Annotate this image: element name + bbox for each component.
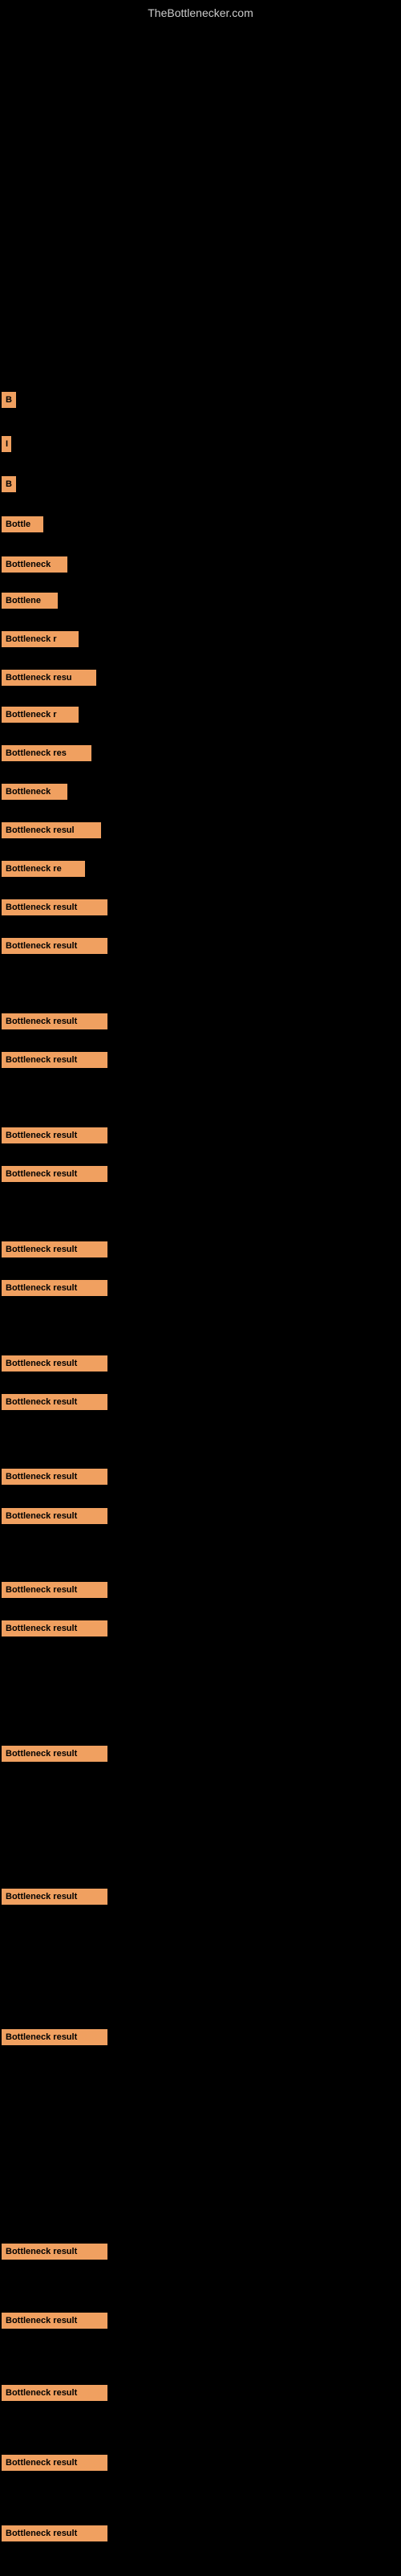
bar-fill: Bottleneck result <box>2 1620 107 1636</box>
bar-fill: Bottleneck result <box>2 1394 107 1410</box>
bottleneck-bar: Bottleneck <box>2 784 67 800</box>
bottleneck-bar: Bottleneck result <box>2 2313 107 2329</box>
bar-fill: Bottleneck result <box>2 1469 107 1485</box>
bar-fill: Bottlene <box>2 593 58 609</box>
bar-fill: Bottleneck r <box>2 707 79 723</box>
bar-fill: Bottleneck res <box>2 745 91 761</box>
bottleneck-bar: Bottleneck re <box>2 861 85 877</box>
bottleneck-bar: Bottleneck result <box>2 1355 107 1372</box>
bar-fill: Bottleneck result <box>2 2029 107 2045</box>
bottleneck-bar: Bottleneck result <box>2 1508 107 1524</box>
bar-fill: I <box>2 436 11 452</box>
bar-fill: Bottleneck result <box>2 938 107 954</box>
bottleneck-bar: Bottleneck result <box>2 1620 107 1636</box>
bar-fill: B <box>2 476 16 492</box>
site-title: TheBottlenecker.com <box>0 0 401 22</box>
bar-fill: Bottleneck result <box>2 2455 107 2471</box>
bar-fill: B <box>2 392 16 408</box>
bottleneck-bar: Bottleneck resul <box>2 822 101 838</box>
bar-fill: Bottleneck result <box>2 1355 107 1372</box>
bottleneck-bar: Bottleneck result <box>2 2385 107 2401</box>
bar-fill: Bottleneck resu <box>2 670 96 686</box>
bottleneck-bar: Bottleneck res <box>2 745 91 761</box>
bottleneck-bar: Bottleneck result <box>2 899 107 915</box>
bottleneck-bar: Bottleneck <box>2 556 67 573</box>
bottleneck-bar: Bottleneck result <box>2 2244 107 2260</box>
bar-fill: Bottleneck result <box>2 2313 107 2329</box>
bottleneck-bar: Bottleneck result <box>2 1241 107 1257</box>
bar-fill: Bottleneck result <box>2 1746 107 1762</box>
bar-fill: Bottleneck result <box>2 1013 107 1029</box>
bar-fill: Bottleneck result <box>2 2385 107 2401</box>
bottleneck-bar: Bottleneck result <box>2 1280 107 1296</box>
bar-fill: Bottleneck <box>2 784 67 800</box>
bottleneck-bar: I <box>2 436 11 452</box>
bottleneck-bar: Bottleneck result <box>2 1582 107 1598</box>
bottleneck-bar: Bottleneck result <box>2 1394 107 1410</box>
bar-fill: Bottleneck result <box>2 1052 107 1068</box>
bar-fill: Bottleneck r <box>2 631 79 647</box>
bottleneck-bar: Bottleneck result <box>2 1469 107 1485</box>
bar-fill: Bottleneck re <box>2 861 85 877</box>
bar-fill: Bottleneck result <box>2 2244 107 2260</box>
bottleneck-bar: Bottleneck result <box>2 2455 107 2471</box>
bottleneck-bar: Bottleneck result <box>2 1889 107 1905</box>
bottleneck-bar: B <box>2 392 16 408</box>
bar-fill: Bottleneck result <box>2 1280 107 1296</box>
bottleneck-bar: Bottle <box>2 516 43 532</box>
bottleneck-bar: Bottleneck result <box>2 2525 107 2541</box>
bottleneck-bar: Bottlene <box>2 593 58 609</box>
bottleneck-bar: Bottleneck result <box>2 1746 107 1762</box>
bottleneck-bar: Bottleneck r <box>2 631 79 647</box>
bar-fill: Bottleneck result <box>2 1889 107 1905</box>
bottleneck-bar: B <box>2 476 16 492</box>
bottleneck-bar: Bottleneck result <box>2 2029 107 2045</box>
bar-fill: Bottleneck resul <box>2 822 101 838</box>
bar-fill: Bottleneck result <box>2 1582 107 1598</box>
bottleneck-bar: Bottleneck result <box>2 1013 107 1029</box>
bar-fill: Bottleneck result <box>2 1241 107 1257</box>
bottleneck-bar: Bottleneck resu <box>2 670 96 686</box>
bar-fill: Bottleneck <box>2 556 67 573</box>
bar-fill: Bottleneck result <box>2 899 107 915</box>
bottleneck-bar: Bottleneck r <box>2 707 79 723</box>
bar-fill: Bottleneck result <box>2 2525 107 2541</box>
bottleneck-bar: Bottleneck result <box>2 1052 107 1068</box>
bar-fill: Bottleneck result <box>2 1508 107 1524</box>
bar-fill: Bottleneck result <box>2 1166 107 1182</box>
bottleneck-bar: Bottleneck result <box>2 1166 107 1182</box>
bar-fill: Bottleneck result <box>2 1127 107 1143</box>
bar-fill: Bottle <box>2 516 43 532</box>
bottleneck-bar: Bottleneck result <box>2 1127 107 1143</box>
bottleneck-bar: Bottleneck result <box>2 938 107 954</box>
